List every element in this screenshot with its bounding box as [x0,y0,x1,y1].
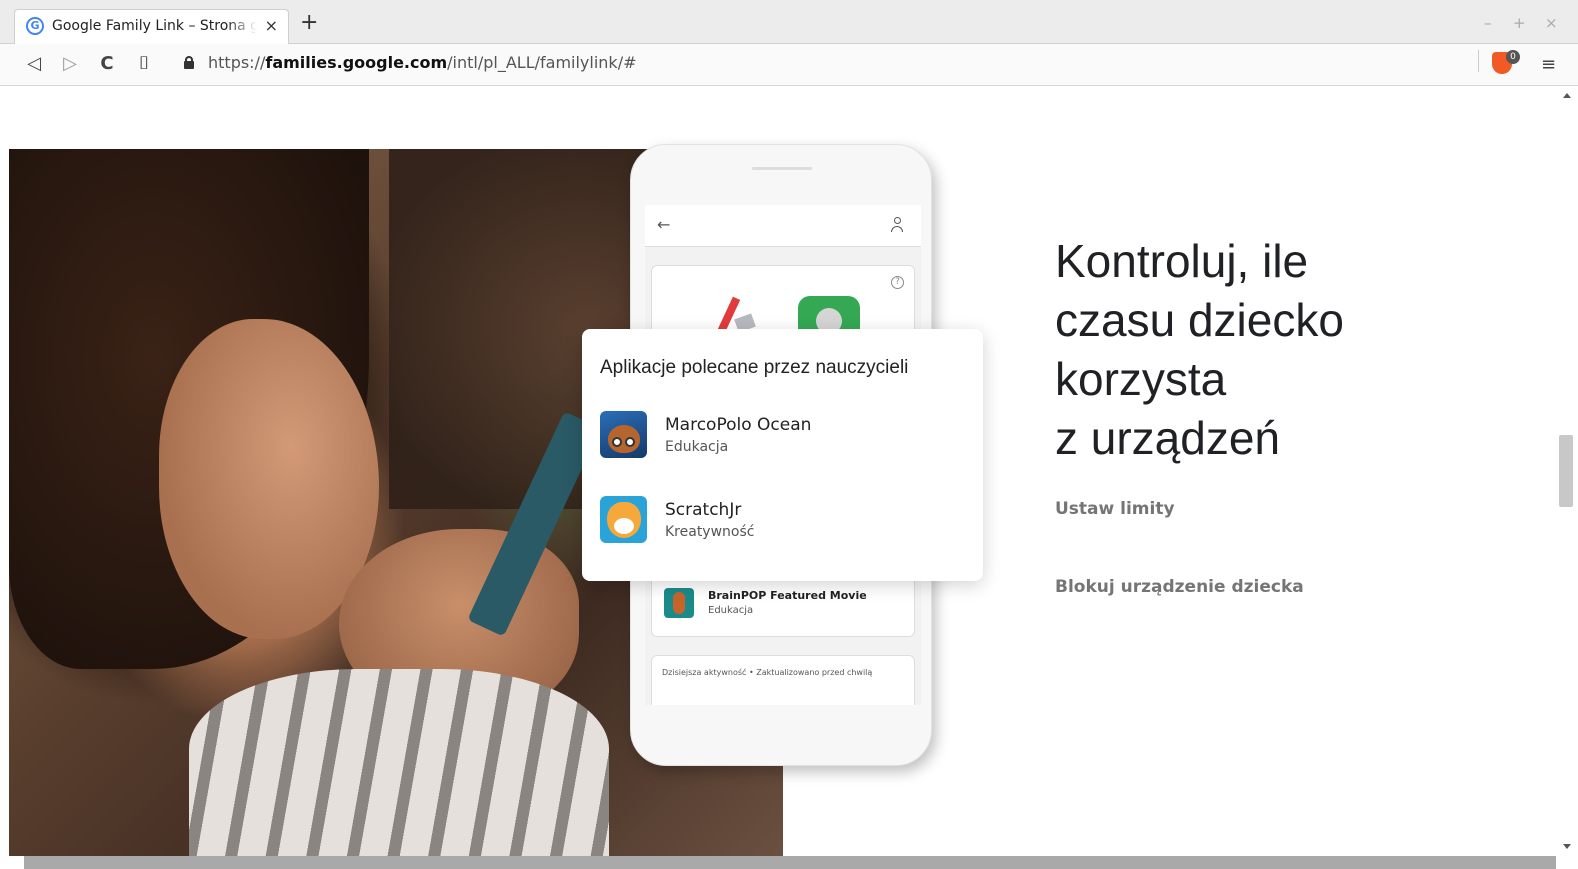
back-button[interactable]: ◁ [22,52,46,76]
app-row: MarcoPolo Ocean Edukacja [600,411,960,463]
headline-line: korzysta [1055,353,1227,405]
arrow-back-icon: ← [657,215,671,234]
bookmark-button[interactable]: ⌷ [132,52,156,76]
headline-line: z urządzeń [1055,412,1281,464]
tab-close-icon[interactable]: × [265,16,278,35]
maximize-icon[interactable]: + [1513,14,1526,32]
recommended-apps-card: Aplikacje polecane przez nauczycieli Mar… [582,329,983,581]
phone-app-row: BrainPOP Featured Movie Edukacja [658,584,910,624]
phone-activity-card: Dzisiejsza aktywność • Zaktualizowano pr… [651,655,915,705]
phone-app-title: BrainPOP Featured Movie [708,589,867,602]
phone-app-header: ← [645,205,921,247]
app-category: Edukacja [665,439,729,455]
address-bar[interactable]: https://families.google.com/intl/pl_ALL/… [172,49,1527,79]
app-name: MarcoPolo Ocean [665,415,812,435]
vertical-scrollbar[interactable] [1556,87,1578,869]
app-row: ScratchJr Kreatywność [600,496,960,548]
help-icon: ? [891,276,904,289]
lock-device-link[interactable]: Blokuj urządzenie dziecka [1055,577,1304,597]
url-text[interactable]: https://families.google.com/intl/pl_ALL/… [208,53,636,72]
card-title: Aplikacje polecane przez nauczycieli [600,357,909,378]
phone-speaker [752,167,812,170]
close-window-icon[interactable]: × [1545,14,1558,32]
scratchjr-icon [600,496,647,543]
phone-app-category: Edukacja [708,605,754,616]
reload-button[interactable]: C [95,52,119,76]
set-limits-link[interactable]: Ustaw limity [1055,499,1175,519]
section-headline: Kontroluj, ile czasu dziecko korzysta z … [1055,232,1475,468]
phone-activity-text: Dzisiejsza aktywność • Zaktualizowano pr… [662,668,873,677]
scroll-down-icon[interactable] [1563,844,1571,849]
marcopolo-ocean-icon [600,411,647,458]
new-tab-button[interactable]: + [300,11,318,35]
brave-shield-badge: 0 [1506,50,1520,64]
toolbar-separator [1478,50,1479,72]
tab-strip: G Google Family Link – Strona główna × +… [0,0,1578,44]
brainpop-app-icon [664,588,694,618]
forward-button[interactable]: ▷ [58,52,82,76]
headline-line: czasu dziecko [1055,294,1344,346]
google-favicon-icon: G [26,17,44,35]
scroll-up-icon[interactable] [1563,93,1571,98]
page-content: ← ? BrainPOP Featured Movie Edukacja Dzi… [0,87,1556,856]
app-category: Kreatywność [665,524,755,540]
app-name: ScratchJr [665,500,742,520]
manage-account-icon [891,217,907,233]
browser-menu-icon[interactable]: ≡ [1541,54,1556,75]
browser-toolbar: ◁ ▷ C ⌷ https://families.google.com/intl… [0,44,1578,86]
headline-line: Kontroluj, ile [1055,235,1309,287]
lock-icon [184,56,194,69]
minimize-icon[interactable]: – [1484,14,1492,32]
browser-tab[interactable]: G Google Family Link – Strona główna × [14,9,289,44]
scrollbar-thumb[interactable] [1559,435,1573,507]
tab-title: Google Family Link – Strona główna [52,18,257,34]
horizontal-scrollbar[interactable] [24,856,1556,869]
